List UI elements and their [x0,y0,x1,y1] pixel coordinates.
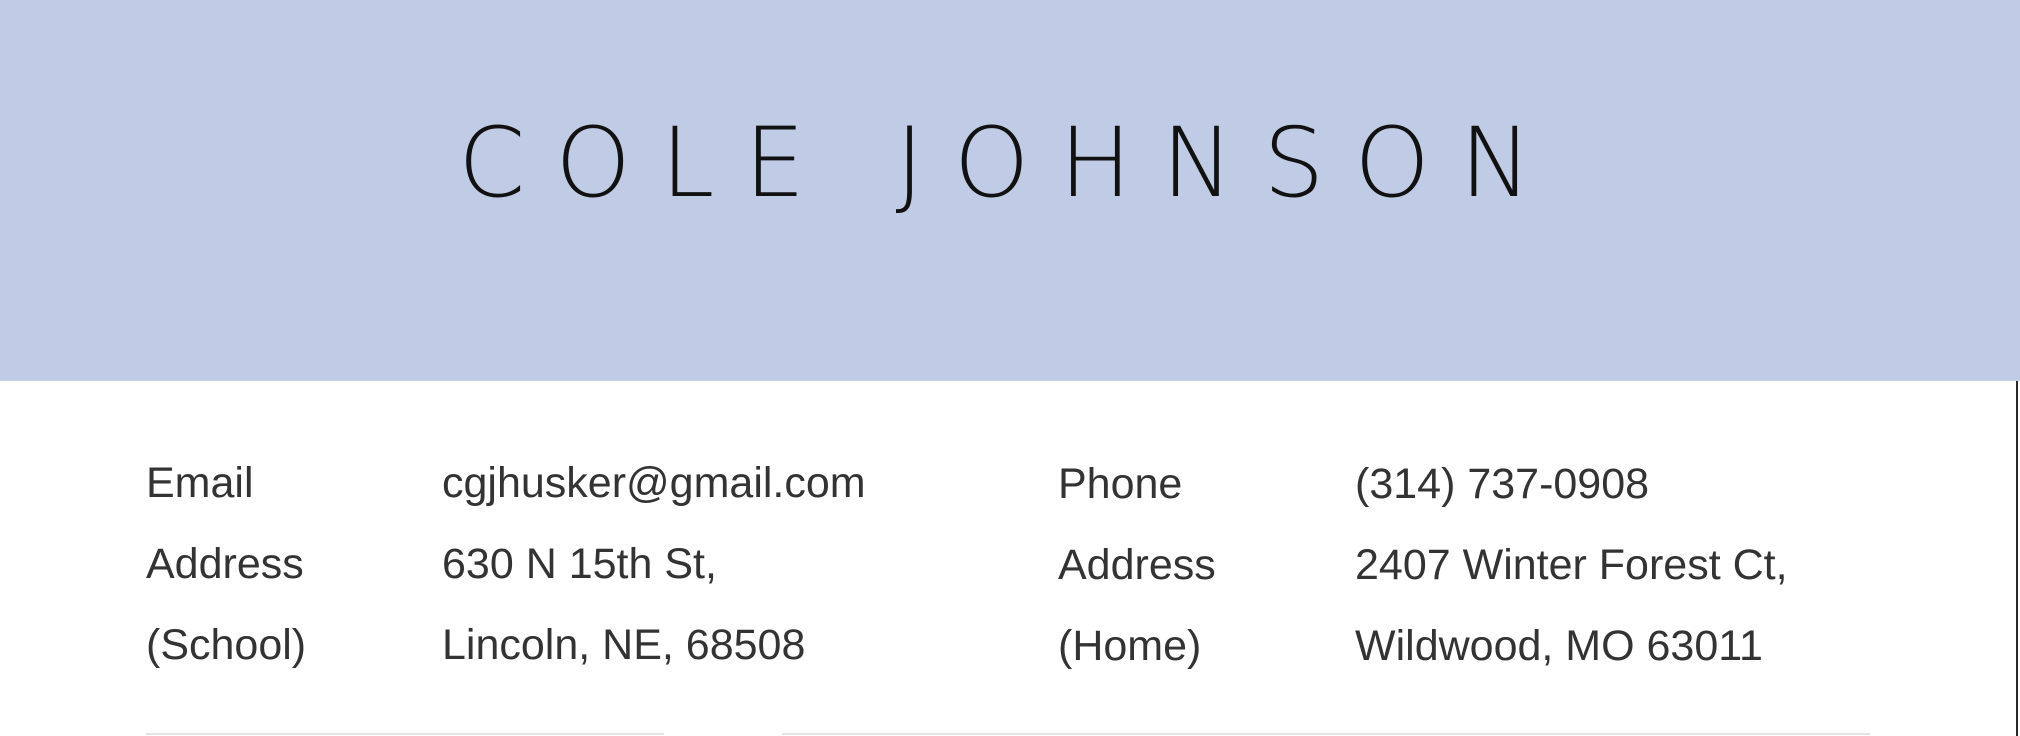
resume-page: COLE JOHNSON Email Address (School) cgjh… [0,0,2020,736]
resume-name: COLE JOHNSON [458,107,1562,219]
section-divider-left [146,733,664,735]
email-label: Email [146,459,254,507]
school-address-line1: 630 N 15th St, [442,540,717,588]
home-address-label-line2: (Home) [1058,622,1202,670]
home-address-label-line1: Address [1058,541,1216,589]
school-address-label-line1: Address [146,540,304,588]
phone-value: (314) 737-0908 [1355,460,1650,508]
section-divider-right [782,733,1870,735]
home-address-line2: Wildwood, MO 63011 [1355,622,1763,670]
home-address-line1: 2407 Winter Forest Ct, [1355,541,1788,589]
email-value: cgjhusker@gmail.com [442,459,866,507]
header-band: COLE JOHNSON [0,0,2020,381]
page-right-border [2016,381,2018,736]
school-address-line2: Lincoln, NE, 68508 [442,621,806,669]
phone-label: Phone [1058,460,1183,508]
school-address-label-line2: (School) [146,621,307,669]
